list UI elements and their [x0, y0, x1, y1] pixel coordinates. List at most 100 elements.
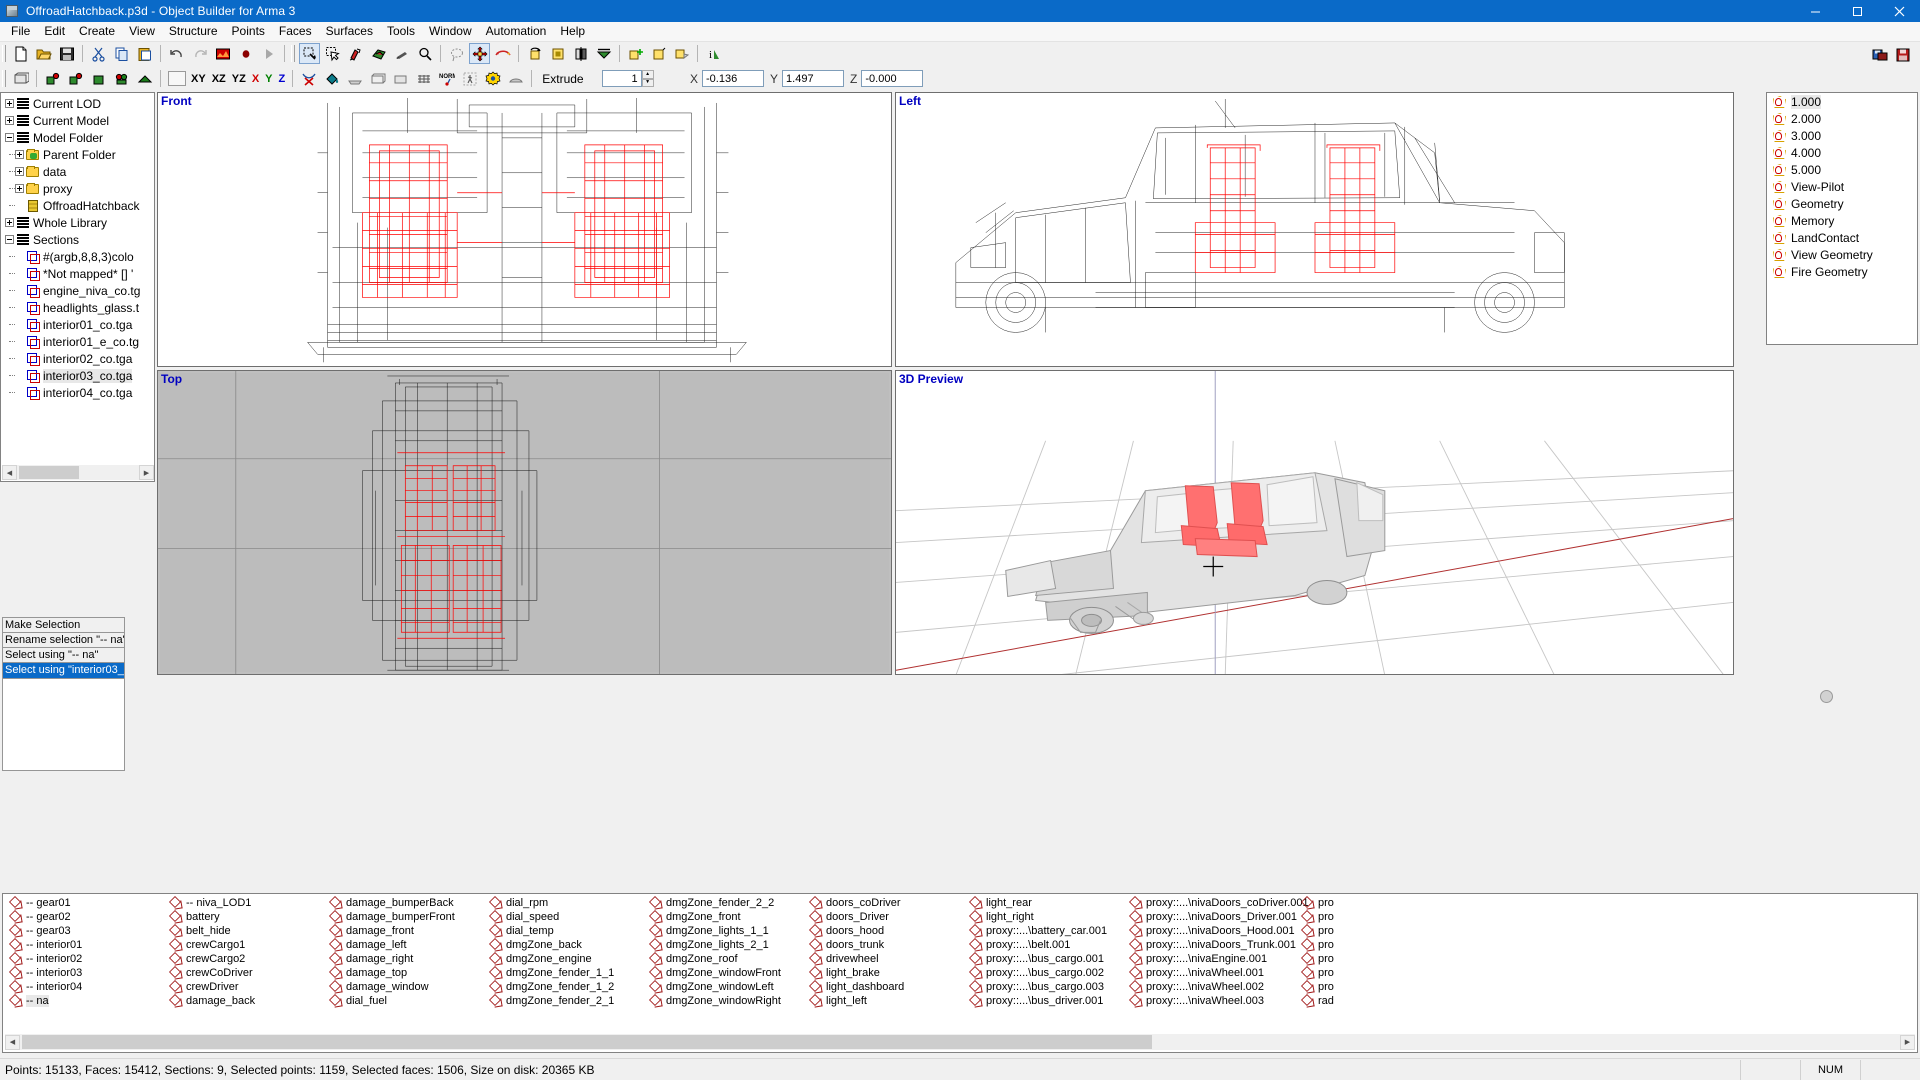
tree-item-sections[interactable]: Sections	[5, 231, 154, 248]
view-window-icon[interactable]	[10, 68, 31, 89]
ctx-rename-selection[interactable]: Rename selection "-- na"	[3, 633, 124, 648]
list-item[interactable]: dmgZone_lights_1_1	[645, 924, 805, 938]
plane-xy-button[interactable]: XY	[188, 68, 209, 89]
list-item[interactable]: proxy::...\nivaWheel.003	[1125, 994, 1297, 1008]
save-red-icon[interactable]	[1892, 44, 1913, 65]
list-item[interactable]: -- gear02	[5, 910, 165, 924]
coord-y-input[interactable]	[782, 70, 845, 87]
list-item[interactable]: dmgZone_roof	[645, 952, 805, 966]
viewport-top[interactable]: Top	[157, 370, 892, 675]
ctx-make-selection[interactable]: Make Selection	[3, 618, 124, 633]
tree-item-proxy[interactable]: proxy	[5, 180, 154, 197]
lamp-pair-icon[interactable]	[111, 68, 132, 89]
list-item[interactable]: dial_speed	[485, 910, 645, 924]
maximize-button[interactable]	[1836, 0, 1878, 22]
list-item[interactable]: light_brake	[805, 966, 965, 980]
menu-window[interactable]: Window	[422, 22, 479, 41]
list-item[interactable]: dmgZone_front	[645, 910, 805, 924]
list-item[interactable]: crewCoDriver	[165, 966, 325, 980]
open-folder-icon[interactable]	[33, 43, 54, 64]
flip-icon[interactable]	[570, 43, 591, 64]
viewport-left-canvas[interactable]	[896, 93, 1733, 366]
play-icon[interactable]	[258, 43, 279, 64]
plane-yz-button[interactable]: YZ	[229, 68, 249, 89]
list-item[interactable]: dmgZone_back	[485, 938, 645, 952]
list-item[interactable]: pro	[1297, 924, 1337, 938]
lod-item-view-pilot[interactable]: View-Pilot	[1767, 178, 1917, 195]
tree-item-current-lod[interactable]: Current LOD	[5, 95, 154, 112]
record-dot-icon[interactable]	[235, 43, 256, 64]
lod-item-memory[interactable]: Memory	[1767, 212, 1917, 229]
list-item[interactable]: pro	[1297, 910, 1337, 924]
lod-item-5000[interactable]: 5.000	[1767, 161, 1917, 178]
list-item[interactable]: pro	[1297, 952, 1337, 966]
expander-icon[interactable]	[5, 116, 14, 125]
list-item[interactable]: dmgZone_windowLeft	[645, 980, 805, 994]
menu-faces[interactable]: Faces	[272, 22, 319, 41]
expander-icon[interactable]	[15, 167, 24, 176]
list-item[interactable]: doors_coDriver	[805, 896, 965, 910]
list-item[interactable]: -- interior01	[5, 938, 165, 952]
lod-item-geometry[interactable]: Geometry	[1767, 195, 1917, 212]
select-face-icon[interactable]	[368, 43, 389, 64]
lod-item-2000[interactable]: 2.000	[1767, 110, 1917, 127]
light-red-icon[interactable]	[42, 68, 63, 89]
merge-cubes-icon[interactable]	[625, 43, 646, 64]
tree-item-offroadhatchback[interactable]: OffroadHatchback	[5, 197, 154, 214]
viewport-3d-canvas[interactable]	[896, 371, 1733, 674]
list-item[interactable]: damage_bumperBack	[325, 896, 485, 910]
extrude-spin-down[interactable]: ▼	[641, 78, 654, 87]
scroll-right-icon[interactable]: ▶	[139, 465, 154, 480]
close-button[interactable]	[1878, 0, 1920, 22]
list-item[interactable]: pro	[1297, 966, 1337, 980]
menu-tools[interactable]: Tools	[380, 22, 422, 41]
move-points-icon[interactable]	[469, 43, 490, 64]
list-item[interactable]: dmgZone_engine	[485, 952, 645, 966]
list-item[interactable]: proxy::...\nivaDoors_Driver.001	[1125, 910, 1297, 924]
cut-scissors-icon[interactable]	[88, 43, 109, 64]
toolbar-gripper[interactable]	[2, 45, 6, 62]
expander-icon[interactable]	[15, 150, 24, 159]
named-selections-hscrollbar[interactable]: ◀ ▶	[5, 1034, 1915, 1050]
viewport-left[interactable]: Left	[895, 92, 1734, 367]
normals-icon[interactable]: NORM	[436, 68, 457, 89]
expander-icon[interactable]	[5, 235, 14, 244]
list-item[interactable]: proxy::...\bus_cargo.002	[965, 966, 1125, 980]
tree-item-section-notmapped[interactable]: *Not mapped* [] '	[5, 265, 154, 282]
list-item[interactable]: light_rear	[965, 896, 1125, 910]
list-item[interactable]: battery	[165, 910, 325, 924]
expander-icon[interactable]	[5, 99, 14, 108]
scroll-right-icon[interactable]: ▶	[1900, 1034, 1915, 1050]
scale-box-icon[interactable]	[547, 43, 568, 64]
list-item[interactable]: proxy::...\bus_cargo.001	[965, 952, 1125, 966]
list-item[interactable]: crewCargo1	[165, 938, 325, 952]
list-item[interactable]: light_dashboard	[805, 980, 965, 994]
cube-shadow-icon[interactable]	[671, 43, 692, 64]
list-item[interactable]: damage_front	[325, 924, 485, 938]
list-item-selected[interactable]: -- na	[5, 994, 165, 1008]
list-item[interactable]: dial_fuel	[325, 994, 485, 1008]
expander-icon[interactable]	[15, 184, 24, 193]
list-item[interactable]: dmgZone_windowFront	[645, 966, 805, 980]
tree-item-section-interior03[interactable]: interior03_co.tga	[5, 367, 154, 384]
texture-icon[interactable]	[212, 43, 233, 64]
list-item[interactable]: -- niva_LOD1	[165, 896, 325, 910]
list-item[interactable]: pro	[1297, 938, 1337, 952]
paste-icon[interactable]	[134, 43, 155, 64]
tree-item-section-interior02[interactable]: interior02_co.tga	[5, 350, 154, 367]
list-item[interactable]: doors_Driver	[805, 910, 965, 924]
list-item[interactable]: crewDriver	[165, 980, 325, 994]
menu-view[interactable]: View	[122, 22, 162, 41]
scrollbar-thumb[interactable]	[19, 466, 79, 479]
minimize-button[interactable]	[1794, 0, 1836, 22]
zoom-rect-icon[interactable]	[299, 43, 320, 64]
lod-item-1000[interactable]: 1.000	[1767, 93, 1917, 110]
list-item[interactable]: dmgZone_fender_1_2	[485, 980, 645, 994]
paint-bucket-icon[interactable]	[321, 68, 342, 89]
list-item[interactable]: dial_rpm	[485, 896, 645, 910]
list-item[interactable]: damage_back	[165, 994, 325, 1008]
list-item[interactable]: damage_bumperFront	[325, 910, 485, 924]
resize-grip-handle[interactable]	[1820, 690, 1833, 703]
list-item[interactable]: light_left	[805, 994, 965, 1008]
list-item[interactable]: pro	[1297, 896, 1337, 910]
